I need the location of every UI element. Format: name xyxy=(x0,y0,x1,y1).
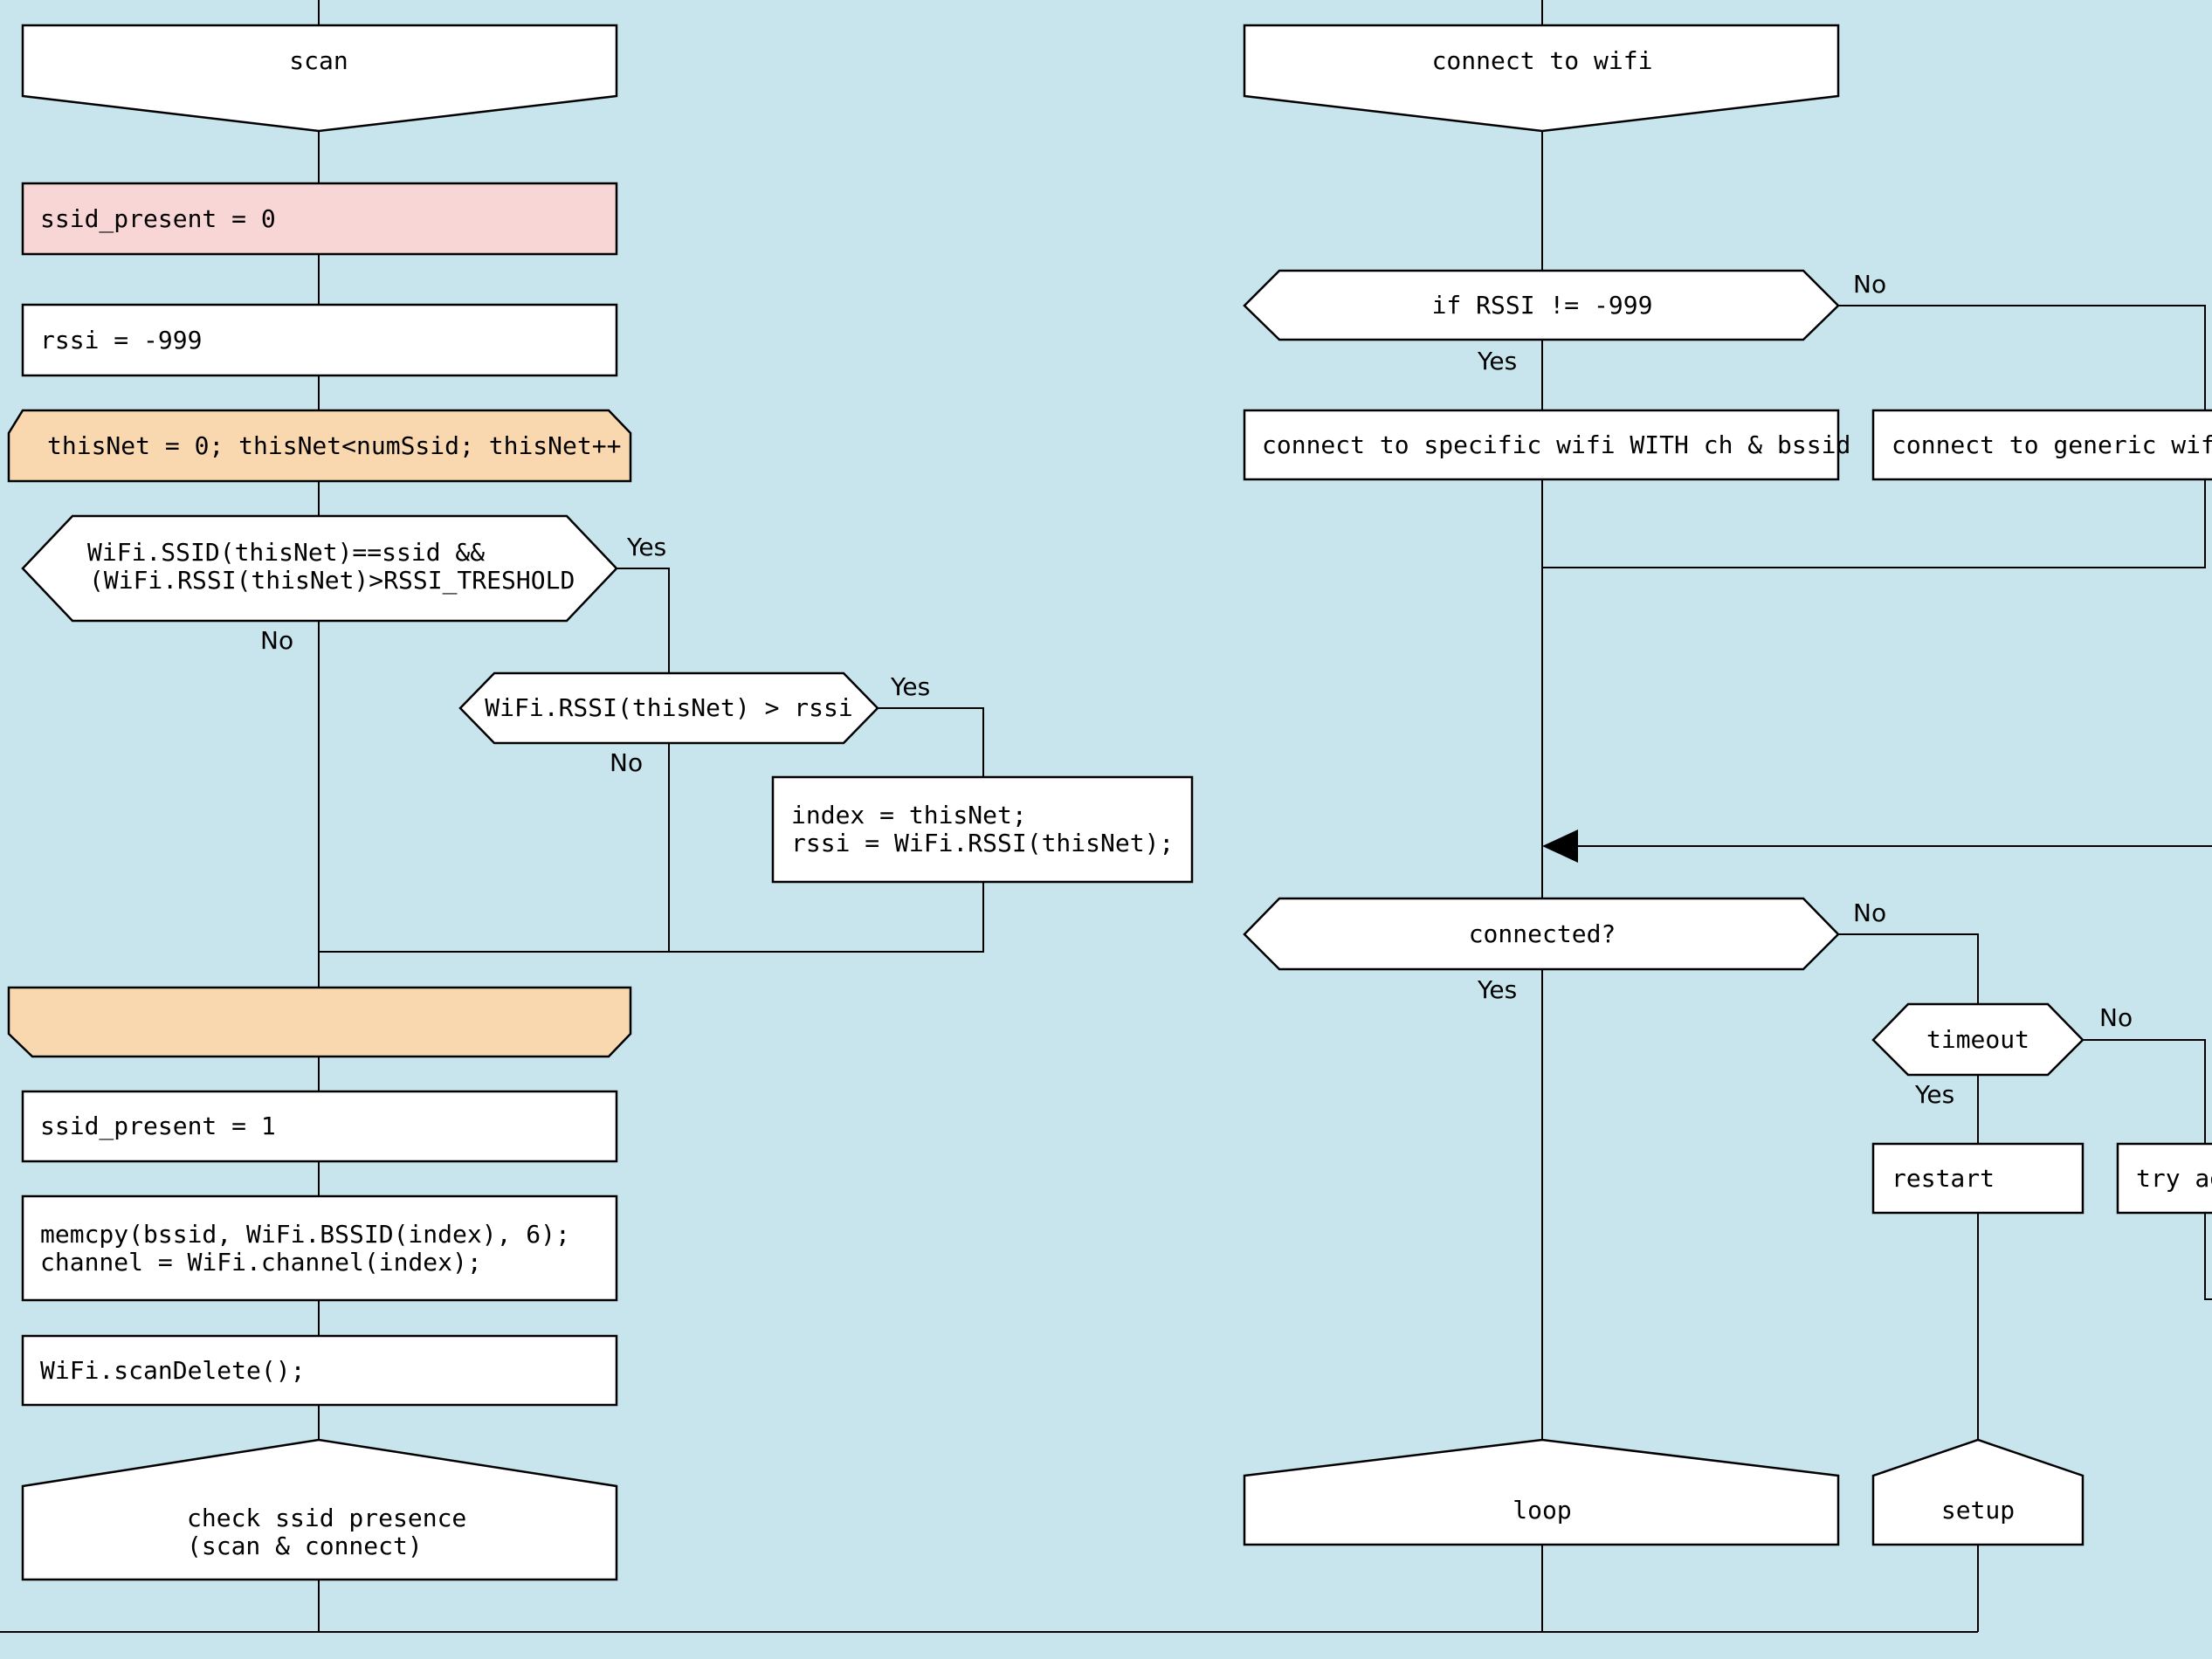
no-label: No xyxy=(260,626,293,655)
decision-ssid-match[interactable]: WiFi.SSID(thisNet)==ssid && (WiFi.RSSI(t… xyxy=(21,514,618,623)
process-label: ssid_present = 1 xyxy=(40,1112,276,1141)
loop-footer[interactable] xyxy=(7,986,632,1058)
no-label: No xyxy=(1853,270,1886,299)
yes-label: Yes xyxy=(890,672,930,701)
decision-connected[interactable]: connected? xyxy=(1243,897,1840,971)
process-line1: index = thisNet; xyxy=(791,801,1027,830)
end-label: setup xyxy=(1941,1496,2015,1525)
decision-rssi-valid[interactable]: if RSSI != -999 xyxy=(1243,269,1840,341)
end-label: loop xyxy=(1513,1496,1571,1525)
process-label: WiFi.scanDelete(); xyxy=(40,1356,305,1385)
process-label: connect to specific wifi WITH ch & bssid xyxy=(1262,430,1850,459)
decision-label: WiFi.RSSI(thisNet) > rssi xyxy=(485,693,852,722)
yes-label: Yes xyxy=(1914,1080,1954,1109)
process-label: try again xyxy=(2136,1164,2212,1193)
process-label: restart xyxy=(1892,1164,1995,1193)
end-setup[interactable]: setup xyxy=(1871,1438,2085,1546)
process-connect-specific[interactable]: connect to specific wifi WITH ch & bssid xyxy=(1243,409,1850,481)
decision-line2: (WiFi.RSSI(thisNet)>RSSI_TRESHOLD xyxy=(89,566,575,595)
loop-footer-shape xyxy=(7,986,632,1058)
yes-label: Yes xyxy=(1477,975,1517,1004)
start-shape xyxy=(1243,24,1840,133)
process-connect-generic[interactable]: connect to generic wifi xyxy=(1871,409,2212,481)
process-scan-delete[interactable]: WiFi.scanDelete(); xyxy=(21,1334,618,1407)
end-shape xyxy=(1871,1438,2085,1546)
start-connect-to-wifi[interactable]: connect to wifi xyxy=(1243,24,1840,133)
start-label: connect to wifi xyxy=(1432,46,1653,75)
end-line1: check ssid presence xyxy=(187,1504,466,1532)
no-label: No xyxy=(1853,898,1886,927)
process-try-again[interactable]: try again xyxy=(2116,1142,2212,1215)
decision-line1: WiFi.SSID(thisNet)==ssid && xyxy=(87,538,485,567)
process-ssid-present-0[interactable]: ssid_present = 0 xyxy=(21,182,618,256)
loop-header[interactable]: thisNet = 0; thisNet<numSsid; thisNet++ xyxy=(7,409,632,483)
no-label: No xyxy=(2099,1003,2133,1032)
process-line2: channel = WiFi.channel(index); xyxy=(40,1248,482,1277)
process-line1: memcpy(bssid, WiFi.BSSID(index), 6); xyxy=(40,1220,570,1249)
no-label: No xyxy=(610,748,643,777)
connector-no-connected xyxy=(1838,933,1979,1004)
decision-rssi-greater[interactable]: WiFi.RSSI(thisNet) > rssi xyxy=(458,671,879,745)
end-line2: (scan & connect) xyxy=(187,1532,423,1560)
process-line2: rssi = WiFi.RSSI(thisNet); xyxy=(791,829,1174,857)
end-shape xyxy=(1243,1438,1840,1546)
process-restart[interactable]: restart xyxy=(1871,1142,2085,1215)
connector-join xyxy=(319,882,984,953)
process-label: rssi = -999 xyxy=(40,326,202,355)
flowchart-canvas: scan ssid_present = 0 rssi = -999 thisNe… xyxy=(0,0,2212,1633)
decision-label: if RSSI != -999 xyxy=(1432,291,1653,320)
start-scan[interactable]: scan xyxy=(21,24,618,133)
yes-label: Yes xyxy=(1477,347,1517,375)
decision-label: timeout xyxy=(1926,1025,2029,1054)
end-check-ssid-presence[interactable]: check ssid presence (scan & connect) xyxy=(21,1438,618,1581)
process-memcpy[interactable]: memcpy(bssid, WiFi.BSSID(index), 6); cha… xyxy=(21,1194,618,1302)
decision-timeout[interactable]: timeout xyxy=(1871,1002,2085,1077)
start-scan-label: scan xyxy=(289,46,348,75)
connector-try-again-out xyxy=(2204,1213,2212,1300)
connector-yes-branch xyxy=(617,568,670,673)
arrowhead-icon xyxy=(1542,830,1578,863)
process-ssid-present-1[interactable]: ssid_present = 1 xyxy=(21,1090,618,1163)
connector-yes-branch-2 xyxy=(878,707,984,777)
loop-header-label: thisNet = 0; thisNet<numSsid; thisNet++ xyxy=(47,431,621,460)
start-shape xyxy=(21,24,618,133)
process-assign-index[interactable]: index = thisNet; rssi = WiFi.RSSI(thisNe… xyxy=(771,775,1194,884)
right-connectors xyxy=(1541,0,2212,1632)
connector-no-timeout xyxy=(2083,1039,2206,1144)
end-loop[interactable]: loop xyxy=(1243,1438,1840,1546)
process-rssi-init[interactable]: rssi = -999 xyxy=(21,303,618,377)
decision-label: connected? xyxy=(1469,919,1616,948)
process-label: connect to generic wifi xyxy=(1892,430,2212,459)
yes-label: Yes xyxy=(626,533,666,561)
process-label: ssid_present = 0 xyxy=(40,204,276,234)
